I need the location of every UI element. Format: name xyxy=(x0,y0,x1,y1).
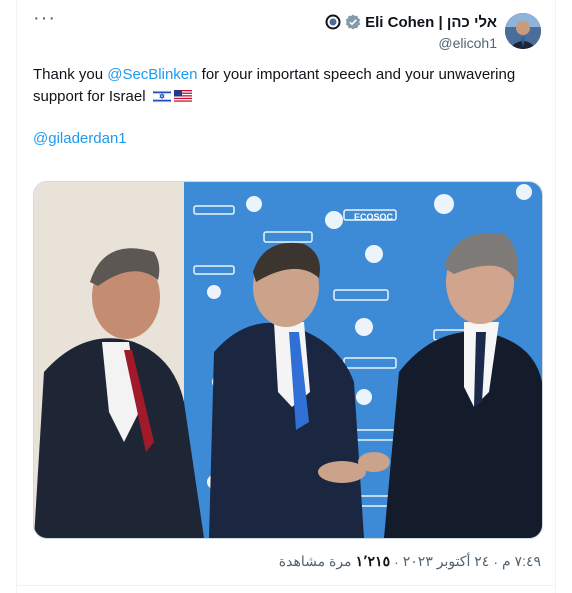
meta-separator: · xyxy=(394,553,399,570)
divider xyxy=(17,585,555,586)
tweet-text-prefix: Thank you xyxy=(33,66,108,83)
author-info: Eli Cohen | אלי כהן @elicoh1 xyxy=(325,12,497,51)
tweet-meta: ٧:٤٩ م · ٢٤ أكتوبر ٢٠٢٣ · ١٬٢١٥ مرة مشاه… xyxy=(279,553,541,570)
views-count: ١٬٢١٥ xyxy=(355,553,391,569)
tweet-time[interactable]: ٧:٤٩ م xyxy=(502,553,541,570)
tweet-card: ··· Eli Cohen | אלי כהן @elicoh1 Thank y… xyxy=(16,0,556,593)
mention-secblinken-link[interactable]: @SecBlinken xyxy=(107,66,197,83)
flag-usa-icon xyxy=(173,88,192,110)
mention-giladerdan-link[interactable]: @giladerdan1 xyxy=(33,130,127,147)
author-display-name[interactable]: Eli Cohen | אלי כהן xyxy=(365,14,497,31)
author-handle[interactable]: @elicoh1 xyxy=(325,35,497,51)
tweet-date[interactable]: ٢٤ أكتوبر ٢٠٢٣ xyxy=(403,553,490,570)
flag-israel-icon xyxy=(152,88,171,110)
backdrop-banner-text: ECOSOC xyxy=(354,212,394,222)
tweet-text: Thank you @SecBlinken for your important… xyxy=(33,64,538,110)
verified-badge-icon xyxy=(345,14,361,30)
views-label: مرة مشاهدة xyxy=(278,553,352,569)
meta-separator: · xyxy=(493,553,498,570)
more-options-icon[interactable]: ··· xyxy=(33,8,56,28)
tweet-photo[interactable]: ECOSOC xyxy=(33,181,543,539)
affiliate-badge-icon xyxy=(325,14,341,30)
avatar[interactable] xyxy=(505,13,541,49)
